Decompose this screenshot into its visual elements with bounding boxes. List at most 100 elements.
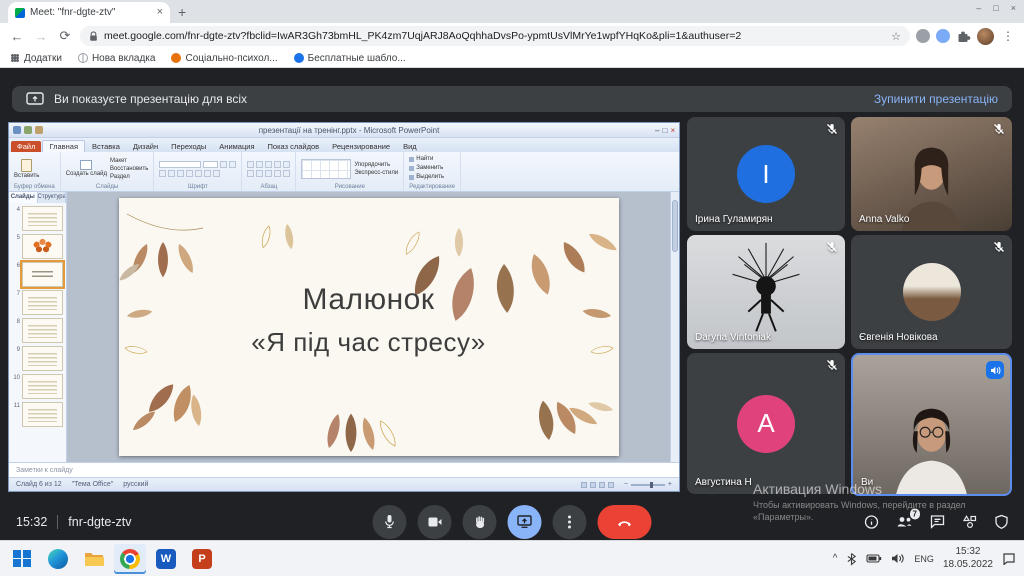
bookmark-item[interactable]: Нова вкладка bbox=[78, 53, 156, 64]
address-bar[interactable]: meet.google.com/fnr-dgte-ztv?fbclid=IwAR… bbox=[80, 26, 910, 46]
mic-button[interactable] bbox=[373, 505, 407, 539]
battery-icon[interactable] bbox=[866, 552, 882, 565]
quick-styles-button[interactable]: Экспресс-стили bbox=[354, 169, 398, 177]
ppt-maximize-icon[interactable]: □ bbox=[662, 126, 667, 135]
participant-tile[interactable]: Євгенія Новікова bbox=[851, 235, 1012, 349]
activities-icon[interactable] bbox=[962, 515, 978, 529]
find-button[interactable]: Найти bbox=[409, 155, 444, 164]
slide-thumbnail[interactable]: 4 bbox=[12, 206, 63, 231]
ppt-tab-file[interactable]: Файл bbox=[11, 141, 41, 152]
align-left-icon[interactable] bbox=[247, 170, 254, 177]
font-name-box[interactable] bbox=[159, 161, 201, 168]
taskbar-powerpoint[interactable]: P bbox=[186, 544, 218, 574]
language-switcher[interactable]: ENG bbox=[914, 554, 934, 564]
line-spacing-icon[interactable] bbox=[274, 161, 281, 168]
ppt-minimize-icon[interactable]: – bbox=[655, 126, 659, 135]
undo-icon[interactable] bbox=[24, 126, 32, 134]
new-slide-button[interactable]: Создать слайд bbox=[66, 160, 107, 177]
notifications-icon[interactable] bbox=[1002, 552, 1016, 565]
arrange-button[interactable]: Упорядочить bbox=[354, 161, 398, 169]
bullets-icon[interactable] bbox=[247, 161, 254, 168]
ppt-tab-design[interactable]: Дизайн bbox=[127, 141, 164, 152]
slides-tab[interactable]: Слайды bbox=[9, 192, 38, 203]
browser-menu-icon[interactable]: ⋮ bbox=[1000, 29, 1016, 43]
taskbar-chrome[interactable] bbox=[114, 544, 146, 574]
maximize-icon[interactable]: □ bbox=[993, 3, 998, 13]
section-button[interactable]: Раздел bbox=[110, 173, 148, 181]
spacing-icon[interactable] bbox=[204, 170, 211, 177]
ppt-tab-transitions[interactable]: Переходы bbox=[165, 141, 212, 152]
host-controls-icon[interactable] bbox=[995, 514, 1008, 529]
meeting-details-icon[interactable] bbox=[864, 514, 879, 529]
repeat-icon[interactable] bbox=[35, 126, 43, 134]
underline-icon[interactable] bbox=[177, 170, 184, 177]
taskbar-edge[interactable] bbox=[42, 544, 74, 574]
ppt-titlebar[interactable]: презентації на тренінг.pptx - Microsoft … bbox=[9, 123, 679, 138]
raise-hand-button[interactable] bbox=[463, 505, 497, 539]
leave-call-button[interactable] bbox=[598, 505, 652, 539]
ppt-close-icon[interactable]: × bbox=[670, 126, 675, 135]
ppt-tab-slideshow[interactable]: Показ слайдов bbox=[262, 141, 326, 152]
self-view-tile[interactable]: Ви bbox=[851, 353, 1012, 496]
participant-tile[interactable]: Daryna Vintoniak bbox=[687, 235, 845, 349]
direction-icon[interactable] bbox=[283, 161, 290, 168]
reload-button[interactable]: ⟳ bbox=[56, 28, 74, 44]
zoom-slider[interactable]: −+ bbox=[624, 481, 672, 488]
more-options-button[interactable] bbox=[553, 505, 587, 539]
bookmark-star-icon[interactable]: ☆ bbox=[891, 30, 901, 43]
bold-icon[interactable] bbox=[159, 170, 166, 177]
save-icon[interactable] bbox=[13, 126, 21, 134]
slide-thumbnail[interactable]: 10 bbox=[12, 374, 63, 399]
participant-tile[interactable]: І Ірина Гуламирян bbox=[687, 117, 845, 231]
participants-icon[interactable]: 7 bbox=[896, 515, 913, 529]
new-tab-button[interactable]: + bbox=[178, 4, 186, 20]
replace-button[interactable]: Заменить bbox=[409, 164, 444, 173]
slide-thumbnail[interactable]: 7 bbox=[12, 290, 63, 315]
participant-tile[interactable]: А Августина Н bbox=[687, 353, 845, 494]
case-icon[interactable] bbox=[213, 170, 220, 177]
align-right-icon[interactable] bbox=[265, 170, 272, 177]
taskbar-clock[interactable]: 15:32 18.05.2022 bbox=[943, 546, 993, 571]
back-button[interactable]: ← bbox=[8, 29, 26, 44]
extensions-puzzle-icon[interactable] bbox=[956, 29, 971, 44]
close-icon[interactable]: × bbox=[1011, 3, 1016, 13]
layout-button[interactable]: Макет bbox=[110, 157, 148, 165]
camera-button[interactable] bbox=[418, 505, 452, 539]
slide-thumbnail-current[interactable]: 6 bbox=[12, 262, 63, 287]
chat-icon[interactable] bbox=[930, 515, 945, 529]
italic-icon[interactable] bbox=[168, 170, 175, 177]
bookmark-item[interactable]: Соціально-психол... bbox=[171, 53, 277, 64]
start-button[interactable] bbox=[6, 544, 38, 574]
columns-icon[interactable] bbox=[283, 170, 290, 177]
justify-icon[interactable] bbox=[274, 170, 281, 177]
paste-button[interactable]: Вставить bbox=[14, 159, 39, 179]
participant-tile[interactable]: Anna Valko bbox=[851, 117, 1012, 231]
select-button[interactable]: Выделить bbox=[409, 173, 444, 182]
forward-button[interactable]: → bbox=[32, 29, 50, 44]
taskbar-word[interactable]: W bbox=[150, 544, 182, 574]
slide-thumbnail[interactable]: 8 bbox=[12, 318, 63, 343]
bluetooth-icon[interactable] bbox=[846, 552, 857, 566]
ppt-tab-insert[interactable]: Вставка bbox=[86, 141, 126, 152]
strike-icon[interactable] bbox=[195, 170, 202, 177]
extension-icon[interactable] bbox=[916, 29, 930, 43]
ppt-tab-review[interactable]: Рецензирование bbox=[326, 141, 396, 152]
browser-tab[interactable]: Meet: "fnr-dgte-ztv" × bbox=[8, 2, 170, 23]
present-button[interactable] bbox=[508, 505, 542, 539]
minimize-icon[interactable]: – bbox=[976, 3, 981, 13]
outline-tab[interactable]: Структура bbox=[38, 192, 67, 203]
ppt-tab-animations[interactable]: Анимация bbox=[213, 141, 260, 152]
bookmark-item[interactable]: Бесплатные шабло... bbox=[294, 53, 406, 64]
profile-avatar[interactable] bbox=[977, 28, 994, 45]
ppt-tab-home[interactable]: Главная bbox=[42, 140, 85, 152]
tray-expand-icon[interactable]: ^ bbox=[833, 553, 838, 564]
align-center-icon[interactable] bbox=[256, 170, 263, 177]
ppt-scrollbar[interactable] bbox=[670, 192, 679, 462]
stop-presenting-button[interactable]: Зупинити презентацію bbox=[874, 92, 998, 106]
shadow-icon[interactable] bbox=[186, 170, 193, 177]
view-buttons[interactable] bbox=[581, 482, 614, 488]
slide-thumbnail[interactable]: 5 bbox=[12, 234, 63, 259]
indent-icon[interactable] bbox=[265, 161, 272, 168]
taskbar-file-explorer[interactable] bbox=[78, 544, 110, 574]
scrollbar-thumb[interactable] bbox=[672, 200, 678, 252]
